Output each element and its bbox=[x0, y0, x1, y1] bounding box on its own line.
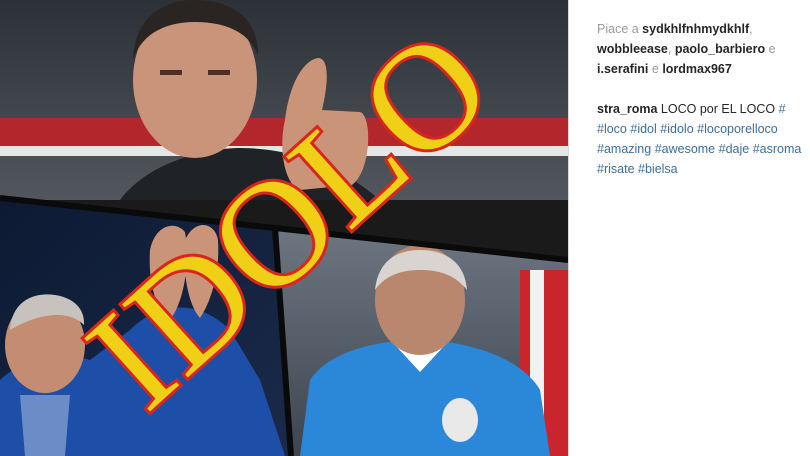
liker-username[interactable]: i.serafini bbox=[597, 62, 648, 76]
hashtag[interactable]: #risate bbox=[597, 162, 635, 176]
post-caption: stra_roma LOCO por EL LOCO # #loco #idol… bbox=[597, 99, 810, 179]
hashtag[interactable]: #locoporelloco bbox=[697, 122, 778, 136]
hashtag[interactable]: # bbox=[779, 102, 786, 116]
hashtag-line: #amazing #awesome #daje #asroma bbox=[597, 139, 810, 159]
liker-username[interactable]: wobbleease bbox=[597, 42, 668, 56]
likes-prefix: Piace a bbox=[597, 22, 643, 36]
likes-separator: e bbox=[648, 62, 663, 76]
hashtag-line: #risate #bielsa bbox=[597, 159, 810, 179]
post-sidebar: Piace a sydkhlfnhmydkhlf, wobbleease, pa… bbox=[568, 0, 810, 456]
hashtag[interactable]: #asroma bbox=[753, 142, 802, 156]
hashtag[interactable]: #idolo bbox=[660, 122, 693, 136]
hashtag[interactable]: #loco bbox=[597, 122, 627, 136]
likes-separator: , bbox=[667, 42, 675, 56]
likes-separator: , bbox=[749, 22, 753, 36]
overlay-text-graphic: IDOLO bbox=[54, 0, 525, 443]
liker-username[interactable]: paolo_barbiero bbox=[675, 42, 765, 56]
liker-username[interactable]: lordmax967 bbox=[662, 62, 731, 76]
hashtag[interactable]: #daje bbox=[719, 142, 750, 156]
hashtag-line: #loco #idol #idolo #locoporelloco bbox=[597, 119, 810, 139]
likes-summary: Piace a sydkhlfnhmydkhlf, wobbleease, pa… bbox=[597, 19, 810, 79]
caption-username[interactable]: stra_roma bbox=[597, 102, 657, 116]
hashtag[interactable]: #awesome bbox=[655, 142, 715, 156]
caption-text: LOCO por EL LOCO bbox=[657, 102, 779, 116]
overlay-text: IDOLO bbox=[57, 0, 522, 440]
hashtag[interactable]: #amazing bbox=[597, 142, 651, 156]
hashtag[interactable]: #idol bbox=[630, 122, 656, 136]
liker-username[interactable]: sydkhlfnhmydkhlf bbox=[642, 22, 749, 36]
post-photo[interactable]: IDOLO bbox=[0, 0, 568, 456]
hashtag[interactable]: #bielsa bbox=[638, 162, 678, 176]
likes-separator: e bbox=[765, 42, 776, 56]
caption-first-line: stra_roma LOCO por EL LOCO # bbox=[597, 99, 810, 119]
